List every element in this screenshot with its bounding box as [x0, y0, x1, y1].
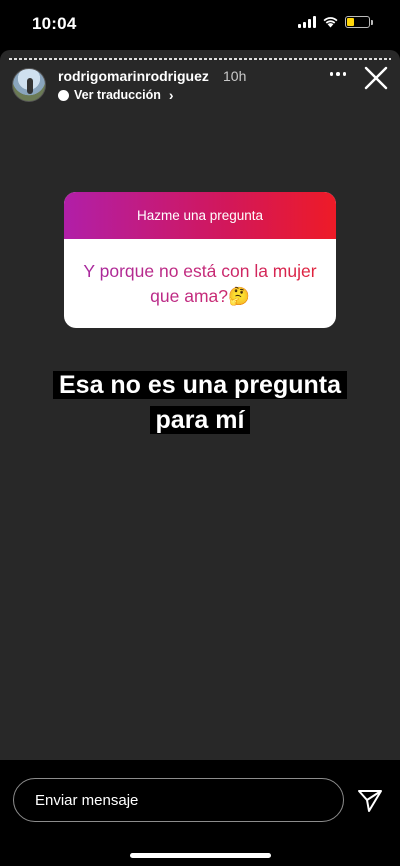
story-progress-bar [9, 58, 391, 60]
question-content: Y porque no está con la mujer que ama? [83, 260, 317, 306]
status-icons [298, 16, 373, 28]
question-sticker[interactable]: Hazme una pregunta Y porque no está con … [64, 192, 336, 328]
close-icon [364, 66, 388, 90]
send-message-input[interactable]: Enviar mensaje [13, 778, 344, 822]
story-time-ago: 10h [223, 68, 247, 84]
send-button[interactable] [356, 786, 384, 814]
status-time: 10:04 [32, 14, 77, 33]
answer-line-1: Esa no es una pregunta [52, 371, 347, 399]
story-viewer[interactable]: rodrigomarinrodriguez 10h Ver traducción… [0, 50, 400, 760]
more-horizontal-icon [329, 72, 333, 76]
signal-icon [298, 16, 316, 28]
send-message-placeholder: Enviar mensaje [35, 792, 139, 809]
battery-icon [345, 16, 373, 28]
home-indicator[interactable] [130, 853, 271, 858]
chevron-right-icon: › [168, 87, 174, 103]
avatar[interactable] [12, 68, 46, 102]
story-header: rodrigomarinrodriguez 10h Ver traducción… [12, 66, 390, 104]
translation-icon [58, 89, 69, 101]
answer-line-2: para mí [149, 406, 251, 434]
battery-level [347, 18, 355, 26]
see-translation-link[interactable]: Ver traducción › [58, 87, 174, 103]
status-bar: 10:04 [0, 0, 400, 48]
close-button[interactable] [362, 64, 390, 92]
thinking-face-emoji: 🤔 [228, 285, 250, 306]
answer-caption: Esa no es una pregunta para mí [0, 368, 400, 438]
more-options-button[interactable] [329, 72, 346, 76]
username[interactable]: rodrigomarinrodriguez [58, 68, 209, 84]
send-icon [358, 790, 382, 812]
question-text: Y porque no está con la mujer que ama?🤔 [82, 259, 318, 309]
see-translation-label: Ver traducción [74, 88, 161, 102]
wifi-icon [323, 17, 338, 28]
question-sticker-body: Y porque no está con la mujer que ama?🤔 [64, 239, 336, 328]
question-sticker-title: Hazme una pregunta [64, 192, 336, 239]
